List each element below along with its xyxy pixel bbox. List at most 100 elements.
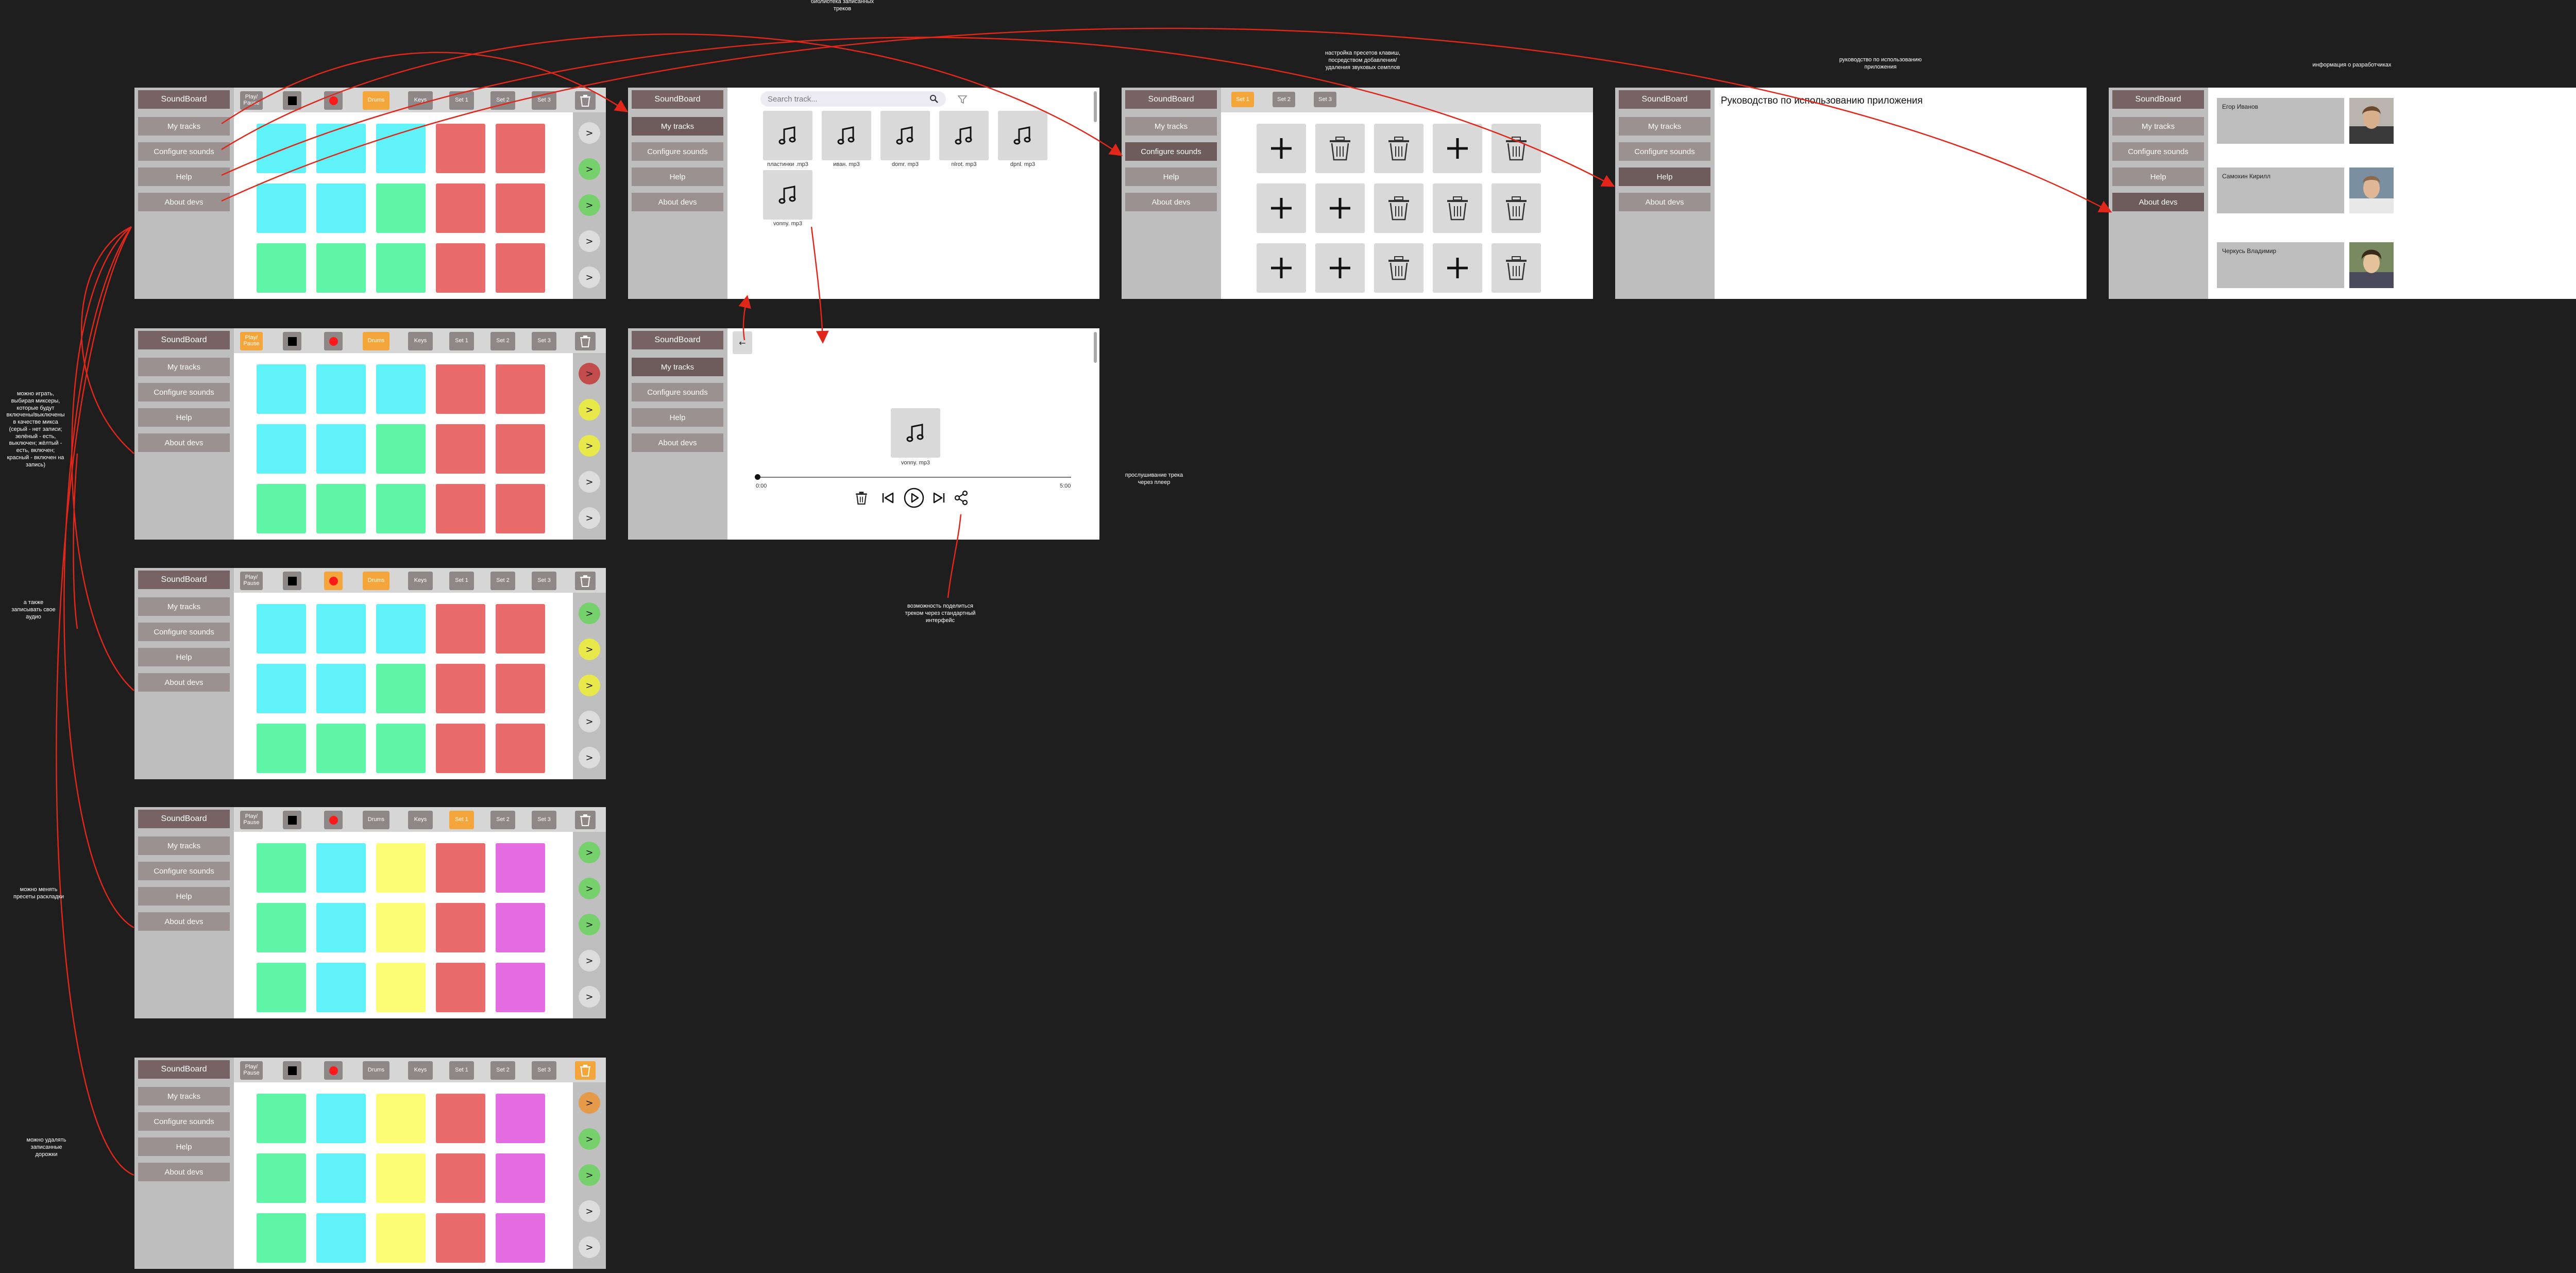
drums-button[interactable]: Drums [363, 332, 389, 350]
pad[interactable] [376, 664, 426, 713]
sidebar-item-my-tracks[interactable]: My tracks [1619, 117, 1710, 136]
pad[interactable] [257, 664, 306, 713]
set3-button[interactable]: Set 3 [532, 811, 556, 829]
sidebar-item-configure-sounds[interactable]: Configure sounds [138, 142, 230, 161]
delete-sample-button[interactable] [1374, 183, 1423, 233]
track-button[interactable]: > [579, 363, 600, 384]
track-button[interactable]: > [579, 747, 600, 768]
set3-button[interactable]: Set 3 [532, 332, 556, 350]
sidebar-item-about-devs[interactable]: About devs [138, 193, 230, 211]
set2-button[interactable]: Set 2 [490, 332, 515, 350]
pad[interactable] [316, 843, 366, 893]
keys-button[interactable]: Keys [408, 572, 433, 590]
pad[interactable] [257, 484, 306, 533]
pad[interactable] [496, 963, 545, 1012]
pad[interactable] [376, 843, 426, 893]
sidebar-item-about-devs[interactable]: About devs [2112, 193, 2204, 211]
pad[interactable] [496, 903, 545, 952]
pad[interactable] [316, 1094, 366, 1143]
record-button[interactable] [324, 1061, 343, 1080]
keys-button[interactable]: Keys [408, 811, 433, 829]
pad[interactable] [316, 604, 366, 654]
set2-button[interactable]: Set 2 [490, 811, 515, 829]
pad[interactable] [316, 664, 366, 713]
pad[interactable] [496, 183, 545, 233]
sidebar-item-my-tracks[interactable]: My tracks [138, 117, 230, 136]
pad[interactable] [496, 1094, 545, 1143]
pad[interactable] [436, 124, 485, 173]
pad[interactable] [257, 1094, 306, 1143]
track-button[interactable]: > [579, 1128, 600, 1150]
track-button[interactable]: > [579, 230, 600, 252]
pad[interactable] [376, 903, 426, 952]
add-sample-button[interactable] [1257, 124, 1306, 173]
pad[interactable] [257, 1153, 306, 1203]
sidebar-item-configure-sounds[interactable]: Configure sounds [632, 383, 723, 401]
sidebar-item-help[interactable]: Help [2112, 167, 2204, 186]
stop-button[interactable] [283, 91, 301, 110]
keys-button[interactable]: Keys [408, 332, 433, 350]
track-tile[interactable] [763, 111, 812, 160]
pad[interactable] [316, 183, 366, 233]
pad[interactable] [316, 1153, 366, 1203]
add-sample-button[interactable] [1257, 243, 1306, 293]
play-pause-button[interactable]: Play/ Pause [240, 332, 263, 350]
set2-button[interactable]: Set 2 [490, 572, 515, 590]
pad[interactable] [496, 664, 545, 713]
pad[interactable] [257, 1213, 306, 1263]
stop-button[interactable] [283, 572, 301, 590]
play-pause-button[interactable]: Play/ Pause [240, 811, 263, 829]
sidebar-item-my-tracks[interactable]: My tracks [138, 836, 230, 855]
pad[interactable] [436, 1094, 485, 1143]
pad[interactable] [496, 243, 545, 293]
add-sample-button[interactable] [1315, 183, 1365, 233]
sidebar-item-my-tracks[interactable]: My tracks [632, 358, 723, 376]
pad[interactable] [257, 424, 306, 474]
delete-sample-button[interactable] [1492, 124, 1541, 173]
pad[interactable] [496, 724, 545, 773]
track-tile[interactable] [939, 111, 989, 160]
pad[interactable] [436, 724, 485, 773]
pad[interactable] [316, 903, 366, 952]
set1-button[interactable]: Set 1 [449, 91, 474, 110]
delete-button[interactable] [575, 332, 596, 350]
pad[interactable] [257, 963, 306, 1012]
sidebar-item-about-devs[interactable]: About devs [138, 912, 230, 931]
delete-button[interactable] [575, 1061, 596, 1080]
pad[interactable] [376, 1094, 426, 1143]
drums-button[interactable]: Drums [363, 91, 389, 110]
pad[interactable] [436, 903, 485, 952]
sidebar-item-configure-sounds[interactable]: Configure sounds [2112, 142, 2204, 161]
skip-forward-icon[interactable] [932, 491, 946, 505]
track-tile[interactable] [998, 111, 1047, 160]
set1-button[interactable]: Set 1 [449, 332, 474, 350]
add-sample-button[interactable] [1257, 183, 1306, 233]
stop-button[interactable] [283, 811, 301, 829]
pad[interactable] [436, 183, 485, 233]
sidebar-item-my-tracks[interactable]: My tracks [138, 597, 230, 616]
pad[interactable] [376, 424, 426, 474]
sidebar-item-configure-sounds[interactable]: Configure sounds [138, 862, 230, 880]
pad[interactable] [316, 424, 366, 474]
tab-set2[interactable]: Set 2 [1273, 92, 1295, 107]
pad[interactable] [376, 963, 426, 1012]
pad[interactable] [496, 1213, 545, 1263]
pad[interactable] [316, 243, 366, 293]
delete-button[interactable] [575, 91, 596, 110]
play-icon[interactable] [904, 488, 924, 508]
skip-back-icon[interactable] [880, 491, 895, 505]
track-button[interactable]: > [579, 878, 600, 899]
record-button[interactable] [324, 572, 343, 590]
delete-sample-button[interactable] [1374, 243, 1423, 293]
sidebar-item-configure-sounds[interactable]: Configure sounds [138, 1112, 230, 1131]
progress-handle[interactable] [755, 474, 760, 480]
pad[interactable] [436, 664, 485, 713]
sidebar-item-configure-sounds[interactable]: Configure sounds [138, 623, 230, 641]
sidebar-item-configure-sounds[interactable]: Configure sounds [1619, 142, 1710, 161]
drums-button[interactable]: Drums [363, 811, 389, 829]
drums-button[interactable]: Drums [363, 572, 389, 590]
pad[interactable] [257, 183, 306, 233]
pad[interactable] [436, 243, 485, 293]
pad[interactable] [496, 484, 545, 533]
sidebar-item-my-tracks[interactable]: My tracks [1125, 117, 1217, 136]
